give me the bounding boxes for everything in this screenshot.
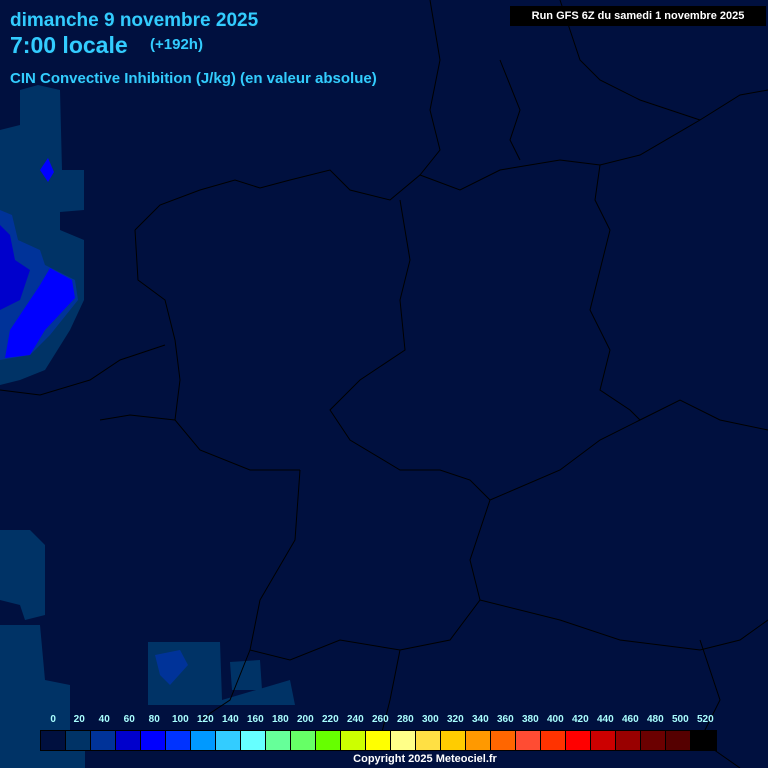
legend-swatch [391, 731, 416, 750]
legend-swatch [41, 731, 66, 750]
cin-field [0, 85, 295, 768]
legend-swatch [566, 731, 591, 750]
legend-swatch [66, 731, 91, 750]
forecast-lead-time: (+192h) [150, 36, 203, 53]
legend-swatch [341, 731, 366, 750]
legend-label: 320 [446, 714, 464, 725]
legend-label: 20 [73, 714, 85, 725]
parameter-title: CIN Convective Inhibition (J/kg) (en val… [10, 70, 377, 87]
legend-label: 100 [171, 714, 189, 725]
legend-swatch [216, 731, 241, 750]
legend-label: 380 [521, 714, 539, 725]
cin-map [0, 0, 768, 768]
legend-swatch [441, 731, 466, 750]
legend-swatch [191, 731, 216, 750]
legend-swatch [166, 731, 191, 750]
legend-swatch [316, 731, 341, 750]
legend-label: 240 [346, 714, 364, 725]
legend-label: 300 [421, 714, 439, 725]
legend-label: 360 [496, 714, 514, 725]
forecast-local-time: 7:00 locale [10, 32, 128, 58]
legend-swatch [91, 731, 116, 750]
country-borders [0, 0, 768, 768]
legend-label: 200 [296, 714, 314, 725]
legend-label: 420 [571, 714, 589, 725]
legend-swatch [591, 731, 616, 750]
legend-label: 400 [546, 714, 564, 725]
legend-label: 440 [596, 714, 614, 725]
legend-swatch [241, 731, 266, 750]
legend-swatch [666, 731, 691, 750]
legend-label: 180 [271, 714, 289, 725]
forecast-date: dimanche 9 novembre 2025 [10, 10, 259, 31]
legend-swatch [616, 731, 641, 750]
legend-label: 520 [696, 714, 714, 725]
legend-swatch [141, 731, 166, 750]
legend-label: 280 [396, 714, 414, 725]
legend-swatch [691, 731, 716, 750]
legend-label: 340 [471, 714, 489, 725]
legend-label: 480 [646, 714, 664, 725]
legend-swatch [291, 731, 316, 750]
legend-label: 140 [221, 714, 239, 725]
legend-label: 500 [671, 714, 689, 725]
copyright: Copyright 2025 Meteociel.fr [353, 753, 497, 765]
legend-swatch [541, 731, 566, 750]
legend-swatch [116, 731, 141, 750]
legend-label: 40 [98, 714, 110, 725]
legend-label: 460 [621, 714, 639, 725]
legend-label: 60 [123, 714, 135, 725]
legend-label: 160 [246, 714, 264, 725]
legend-label: 260 [371, 714, 389, 725]
legend-labels: 0 20 40 60 80 100 120 140 160 180 200 220 240 260 280 3… [40, 714, 740, 728]
legend-swatch [416, 731, 441, 750]
legend-label: 120 [196, 714, 214, 725]
legend-color-scale [40, 730, 717, 751]
legend-swatch [516, 731, 541, 750]
legend-label: 80 [148, 714, 160, 725]
legend-swatch [641, 731, 666, 750]
legend-swatch [266, 731, 291, 750]
legend-label: 0 [50, 714, 56, 725]
legend-swatch [366, 731, 391, 750]
legend-swatch [491, 731, 516, 750]
legend-label: 220 [321, 714, 339, 725]
legend-swatch [466, 731, 491, 750]
run-info: Run GFS 6Z du samedi 1 novembre 2025 [510, 6, 766, 26]
